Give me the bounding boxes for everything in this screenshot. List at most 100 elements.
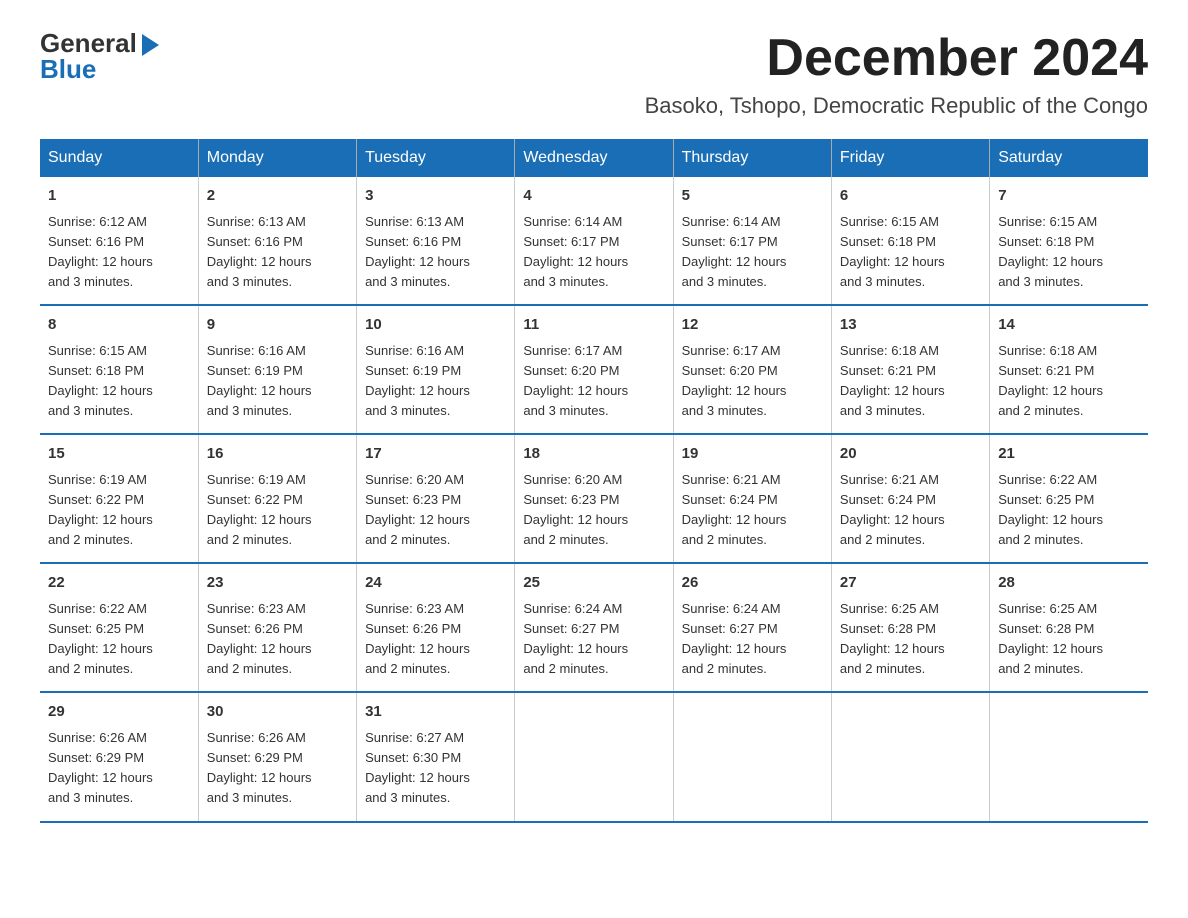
day-number: 16 <box>207 443 348 466</box>
day-info: Sunrise: 6:20 AMSunset: 6:23 PMDaylight:… <box>365 470 506 551</box>
day-number: 2 <box>207 185 348 208</box>
day-number: 9 <box>207 314 348 337</box>
day-info: Sunrise: 6:20 AMSunset: 6:23 PMDaylight:… <box>523 470 664 551</box>
calendar-cell <box>673 692 831 821</box>
day-info: Sunrise: 6:19 AMSunset: 6:22 PMDaylight:… <box>207 470 348 551</box>
calendar-cell: 30 Sunrise: 6:26 AMSunset: 6:29 PMDayligh… <box>198 692 356 821</box>
calendar-cell: 6Sunrise: 6:15 AMSunset: 6:18 PMDaylight… <box>831 177 989 305</box>
day-info: Sunrise: 6:21 AMSunset: 6:24 PMDaylight:… <box>682 470 823 551</box>
day-number: 22 <box>48 572 190 595</box>
calendar-cell: 24Sunrise: 6:23 AMSunset: 6:26 PMDayligh… <box>357 563 515 692</box>
day-info: Sunrise: 6:24 AMSunset: 6:27 PMDaylight:… <box>682 599 823 680</box>
day-info: Sunrise: 6:15 AMSunset: 6:18 PMDaylight:… <box>840 212 981 293</box>
calendar-cell: 10Sunrise: 6:16 AMSunset: 6:19 PMDayligh… <box>357 305 515 434</box>
logo-arrow-icon <box>142 34 159 56</box>
calendar-week-row: 8Sunrise: 6:15 AMSunset: 6:18 PMDaylight… <box>40 305 1148 434</box>
calendar-cell: 7 Sunrise: 6:15 AMSunset: 6:18 PMDaylight… <box>990 177 1148 305</box>
calendar-week-row: 22Sunrise: 6:22 AMSunset: 6:25 PMDayligh… <box>40 563 1148 692</box>
header-thursday: Thursday <box>673 139 831 177</box>
day-number: 29 <box>48 701 190 724</box>
calendar-cell: 12 Sunrise: 6:17 AMSunset: 6:20 PMDayligh… <box>673 305 831 434</box>
day-info: Sunrise: 6:23 AMSunset: 6:26 PMDaylight:… <box>207 599 348 680</box>
calendar-cell: 31Sunrise: 6:27 AMSunset: 6:30 PMDayligh… <box>357 692 515 821</box>
calendar-cell: 23 Sunrise: 6:23 AMSunset: 6:26 PMDayligh… <box>198 563 356 692</box>
day-number: 11 <box>523 314 664 337</box>
title-section: December 2024 Basoko, Tshopo, Democratic… <box>645 30 1148 119</box>
calendar-week-row: 15 Sunrise: 6:19 AMSunset: 6:22 PMDayligh… <box>40 434 1148 563</box>
calendar-cell: 18Sunrise: 6:20 AMSunset: 6:23 PMDayligh… <box>515 434 673 563</box>
day-info: Sunrise: 6:27 AMSunset: 6:30 PMDaylight:… <box>365 728 506 809</box>
calendar-week-row: 29 Sunrise: 6:26 AMSunset: 6:29 PMDayligh… <box>40 692 1148 821</box>
day-number: 19 <box>682 443 823 466</box>
header-friday: Friday <box>831 139 989 177</box>
day-number: 25 <box>523 572 664 595</box>
day-info: Sunrise: 6:26 AMSunset: 6:29 PMDaylight:… <box>207 728 348 809</box>
day-info: Sunrise: 6:21 AMSunset: 6:24 PMDaylight:… <box>840 470 981 551</box>
calendar-cell: 5Sunrise: 6:14 AMSunset: 6:17 PMDaylight… <box>673 177 831 305</box>
day-number: 20 <box>840 443 981 466</box>
calendar-cell: 11 Sunrise: 6:17 AMSunset: 6:20 PMDayligh… <box>515 305 673 434</box>
subtitle: Basoko, Tshopo, Democratic Republic of t… <box>645 93 1148 119</box>
calendar-cell: 16 Sunrise: 6:19 AMSunset: 6:22 PMDayligh… <box>198 434 356 563</box>
day-info: Sunrise: 6:13 AMSunset: 6:16 PMDaylight:… <box>207 212 348 293</box>
calendar-cell: 13 Sunrise: 6:18 AMSunset: 6:21 PMDayligh… <box>831 305 989 434</box>
day-number: 13 <box>840 314 981 337</box>
calendar-cell: 9 Sunrise: 6:16 AMSunset: 6:19 PMDaylight… <box>198 305 356 434</box>
header-sunday: Sunday <box>40 139 198 177</box>
calendar-cell: 3 Sunrise: 6:13 AMSunset: 6:16 PMDaylight… <box>357 177 515 305</box>
calendar-cell: 26Sunrise: 6:24 AMSunset: 6:27 PMDayligh… <box>673 563 831 692</box>
calendar-cell: 21Sunrise: 6:22 AMSunset: 6:25 PMDayligh… <box>990 434 1148 563</box>
calendar-cell: 28 Sunrise: 6:25 AMSunset: 6:28 PMDayligh… <box>990 563 1148 692</box>
day-info: Sunrise: 6:17 AMSunset: 6:20 PMDaylight:… <box>682 341 823 422</box>
day-info: Sunrise: 6:26 AMSunset: 6:29 PMDaylight:… <box>48 728 190 809</box>
calendar-cell: 22Sunrise: 6:22 AMSunset: 6:25 PMDayligh… <box>40 563 198 692</box>
page-header: General Blue December 2024 Basoko, Tshop… <box>40 30 1148 119</box>
day-number: 30 <box>207 701 348 724</box>
logo: General Blue <box>40 30 159 82</box>
day-info: Sunrise: 6:16 AMSunset: 6:19 PMDaylight:… <box>207 341 348 422</box>
calendar-cell: 2 Sunrise: 6:13 AMSunset: 6:16 PMDaylight… <box>198 177 356 305</box>
logo-general-text: General <box>40 30 137 56</box>
header-monday: Monday <box>198 139 356 177</box>
day-info: Sunrise: 6:25 AMSunset: 6:28 PMDaylight:… <box>998 599 1140 680</box>
day-number: 4 <box>523 185 664 208</box>
calendar-header-row: SundayMondayTuesdayWednesdayThursdayFrid… <box>40 139 1148 177</box>
day-number: 3 <box>365 185 506 208</box>
day-info: Sunrise: 6:15 AMSunset: 6:18 PMDaylight:… <box>998 212 1140 293</box>
day-number: 28 <box>998 572 1140 595</box>
logo-blue-text: Blue <box>40 56 96 82</box>
day-info: Sunrise: 6:14 AMSunset: 6:17 PMDaylight:… <box>523 212 664 293</box>
calendar-cell: 17Sunrise: 6:20 AMSunset: 6:23 PMDayligh… <box>357 434 515 563</box>
calendar-cell: 15 Sunrise: 6:19 AMSunset: 6:22 PMDayligh… <box>40 434 198 563</box>
day-info: Sunrise: 6:25 AMSunset: 6:28 PMDaylight:… <box>840 599 981 680</box>
day-number: 15 <box>48 443 190 466</box>
calendar-cell: 1Sunrise: 6:12 AMSunset: 6:16 PMDaylight… <box>40 177 198 305</box>
calendar-cell <box>831 692 989 821</box>
day-number: 10 <box>365 314 506 337</box>
day-number: 27 <box>840 572 981 595</box>
calendar-cell: 27 Sunrise: 6:25 AMSunset: 6:28 PMDayligh… <box>831 563 989 692</box>
calendar-cell: 25 Sunrise: 6:24 AMSunset: 6:27 PMDayligh… <box>515 563 673 692</box>
day-info: Sunrise: 6:24 AMSunset: 6:27 PMDaylight:… <box>523 599 664 680</box>
calendar-cell: 20 Sunrise: 6:21 AMSunset: 6:24 PMDayligh… <box>831 434 989 563</box>
day-number: 12 <box>682 314 823 337</box>
calendar-cell <box>990 692 1148 821</box>
day-info: Sunrise: 6:23 AMSunset: 6:26 PMDaylight:… <box>365 599 506 680</box>
day-info: Sunrise: 6:17 AMSunset: 6:20 PMDaylight:… <box>523 341 664 422</box>
day-info: Sunrise: 6:18 AMSunset: 6:21 PMDaylight:… <box>840 341 981 422</box>
calendar-cell <box>515 692 673 821</box>
day-number: 7 <box>998 185 1140 208</box>
day-number: 8 <box>48 314 190 337</box>
day-info: Sunrise: 6:14 AMSunset: 6:17 PMDaylight:… <box>682 212 823 293</box>
header-wednesday: Wednesday <box>515 139 673 177</box>
header-saturday: Saturday <box>990 139 1148 177</box>
day-info: Sunrise: 6:19 AMSunset: 6:22 PMDaylight:… <box>48 470 190 551</box>
day-info: Sunrise: 6:18 AMSunset: 6:21 PMDaylight:… <box>998 341 1140 422</box>
day-number: 21 <box>998 443 1140 466</box>
calendar-cell: 29 Sunrise: 6:26 AMSunset: 6:29 PMDayligh… <box>40 692 198 821</box>
calendar-cell: 8Sunrise: 6:15 AMSunset: 6:18 PMDaylight… <box>40 305 198 434</box>
day-number: 1 <box>48 185 190 208</box>
day-info: Sunrise: 6:13 AMSunset: 6:16 PMDaylight:… <box>365 212 506 293</box>
calendar-cell: 4 Sunrise: 6:14 AMSunset: 6:17 PMDaylight… <box>515 177 673 305</box>
day-number: 23 <box>207 572 348 595</box>
